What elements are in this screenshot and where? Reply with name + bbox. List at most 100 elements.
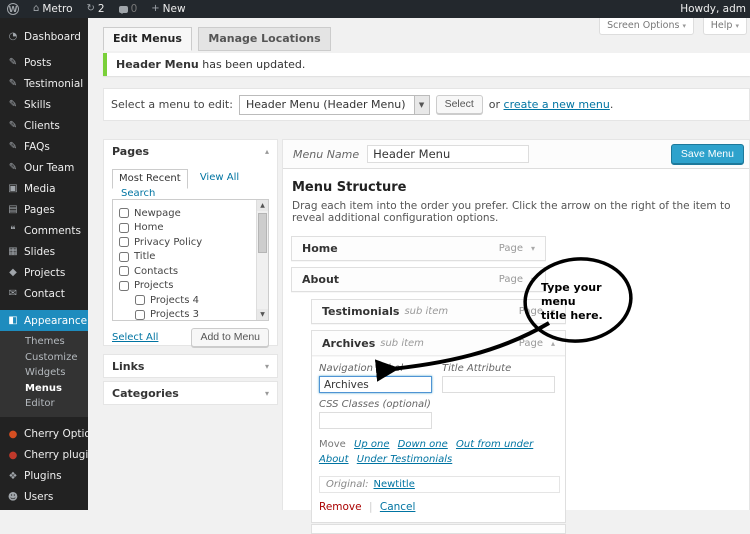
plugins-icon: ❖: [7, 471, 19, 482]
links-panel-header[interactable]: Links ▾: [104, 355, 277, 378]
sidebar-item-label: Dashboard: [24, 31, 81, 43]
move-under-link[interactable]: Under Testimonials: [357, 454, 452, 465]
submenu-item-menus[interactable]: Menus: [0, 381, 88, 397]
create-new-menu-link[interactable]: create a new menu: [504, 98, 610, 111]
original-item-box: Original: Newtitle: [319, 476, 560, 493]
wordpress-logo-icon: W: [7, 3, 19, 15]
select-all-link[interactable]: Select All: [112, 332, 158, 343]
tab-edit-menus[interactable]: Edit Menus: [103, 27, 192, 51]
page-checkbox[interactable]: [135, 310, 145, 320]
original-item-link[interactable]: Newtitle: [374, 479, 415, 490]
sidebar-item-faqs[interactable]: ✎ FAQs: [0, 136, 88, 157]
sidebar-item-plugins[interactable]: ❖ Plugins: [0, 466, 88, 487]
list-item: Contacts: [119, 264, 268, 279]
original-label: Original:: [326, 479, 369, 490]
chevron-up-icon[interactable]: ▴: [551, 339, 555, 348]
submenu-item-editor[interactable]: Editor: [0, 396, 88, 412]
period: .: [610, 98, 614, 111]
comments-icon: ❝: [7, 225, 19, 236]
sidebar-item-label: Testimonial: [24, 78, 83, 90]
chevron-up-icon: ▴: [265, 147, 269, 156]
sidebar-item-label: Pages: [24, 204, 55, 216]
tab-view-all[interactable]: View All: [200, 172, 239, 183]
scroll-down-icon[interactable]: ▼: [257, 309, 268, 320]
menu-item-about[interactable]: About Page ▾: [291, 267, 546, 292]
sidebar-item-label: Media: [24, 183, 56, 195]
chevron-down-icon[interactable]: ▾: [531, 275, 535, 284]
page-checkbox[interactable]: [119, 266, 129, 276]
page-checkbox[interactable]: [119, 237, 129, 247]
sidebar-item-skills[interactable]: ✎ Skills: [0, 94, 88, 115]
sidebar-item-clients[interactable]: ✎ Clients: [0, 115, 88, 136]
page-checkbox[interactable]: [119, 223, 129, 233]
list-item: Newpage: [119, 206, 268, 221]
tab-most-recent[interactable]: Most Recent: [112, 169, 188, 189]
submenu-item-customize[interactable]: Customize: [0, 350, 88, 366]
submenu-item-themes[interactable]: Themes: [0, 334, 88, 350]
menu-item-archives[interactable]: Archives sub item Page ▴: [312, 331, 565, 356]
help-button[interactable]: Help ▾: [703, 18, 747, 35]
title-attribute-input[interactable]: [442, 376, 555, 393]
scroll-up-icon[interactable]: ▲: [257, 200, 268, 211]
sidebar-item-media[interactable]: ▣ Media: [0, 178, 88, 199]
sidebar-item-slides[interactable]: ▦ Slides: [0, 241, 88, 262]
css-classes-input[interactable]: [319, 412, 432, 429]
sidebar-item-testimonial[interactable]: ✎ Testimonial: [0, 73, 88, 94]
cancel-link[interactable]: Cancel: [380, 501, 416, 513]
menu-item-testimonials[interactable]: Testimonials sub item Page ▾: [311, 299, 566, 324]
chevron-down-icon[interactable]: ▾: [551, 307, 555, 316]
scrollbar-thumb[interactable]: [258, 213, 267, 253]
page-checkbox[interactable]: [119, 208, 129, 218]
wordpress-menu[interactable]: W: [0, 0, 26, 18]
submenu-item-widgets[interactable]: Widgets: [0, 365, 88, 381]
page-checkbox[interactable]: [119, 252, 129, 262]
sidebar-item-label: Comments: [24, 225, 81, 237]
comments-count: 0: [131, 3, 138, 15]
move-down-link[interactable]: Down one: [398, 439, 448, 450]
new-label: New: [163, 3, 186, 15]
howdy-menu[interactable]: Howdy, adm: [680, 3, 750, 15]
sidebar-item-our-team[interactable]: ✎ Our Team: [0, 157, 88, 178]
sidebar-item-dashboard[interactable]: ◔ Dashboard: [0, 26, 88, 47]
pages-panel-header[interactable]: Pages ▴: [104, 140, 277, 163]
comments-link[interactable]: 0: [112, 0, 145, 18]
sidebar-item-projects[interactable]: ◆ Projects: [0, 262, 88, 283]
select-button[interactable]: Select: [436, 95, 483, 114]
menu-item-home[interactable]: Home Page ▾: [291, 236, 546, 261]
menu-item-type: Page: [519, 306, 543, 317]
tab-search[interactable]: Search: [121, 188, 155, 199]
scrollbar[interactable]: ▲ ▼: [256, 200, 268, 320]
sidebar-item-cherry-options[interactable]: ● Cherry Options: [0, 424, 88, 445]
site-link[interactable]: ⌂ Metro: [26, 0, 80, 18]
sidebar-item-label: Clients: [24, 120, 60, 132]
chevron-down-icon[interactable]: ▾: [531, 244, 535, 253]
sidebar-item-contact[interactable]: ✉ Contact: [0, 283, 88, 304]
sidebar-item-appearance[interactable]: ◧ Appearance: [0, 310, 88, 331]
chevron-down-icon: ▾: [735, 22, 739, 30]
page-checkbox[interactable]: [135, 295, 145, 305]
menu-select[interactable]: Header Menu (Header Menu) ▼: [239, 95, 430, 115]
sidebar-item-users[interactable]: ☻ Users: [0, 487, 88, 508]
chevron-down-icon: ▾: [265, 362, 269, 371]
screen-options-button[interactable]: Screen Options ▾: [599, 18, 694, 35]
navigation-label-input[interactable]: [319, 376, 432, 393]
tab-manage-locations[interactable]: Manage Locations: [198, 27, 330, 51]
menu-item-partial[interactable]: [311, 524, 566, 534]
remove-link[interactable]: Remove: [319, 501, 362, 513]
new-content-menu[interactable]: + New: [144, 0, 192, 18]
save-menu-button[interactable]: Save Menu: [671, 144, 744, 165]
sidebar-item-comments[interactable]: ❝ Comments: [0, 220, 88, 241]
categories-panel-header[interactable]: Categories ▾: [104, 382, 277, 405]
page-checkbox[interactable]: [119, 281, 129, 291]
move-up-link[interactable]: Up one: [354, 439, 389, 450]
links-panel: Links ▾: [103, 354, 278, 378]
updates-link[interactable]: ↻ 2: [80, 0, 112, 18]
add-to-menu-button[interactable]: Add to Menu: [191, 328, 269, 347]
sidebar-item-cherry-plugin[interactable]: ● Cherry plugin: [0, 445, 88, 466]
sidebar-item-pages[interactable]: ▤ Pages: [0, 199, 88, 220]
sidebar-item-posts[interactable]: ✎ Posts: [0, 52, 88, 73]
menu-name-label: Menu Name: [293, 148, 359, 161]
list-item: Projects 4: [119, 293, 268, 308]
sidebar-item-label: Projects: [24, 267, 65, 279]
menu-name-input[interactable]: [367, 145, 529, 163]
